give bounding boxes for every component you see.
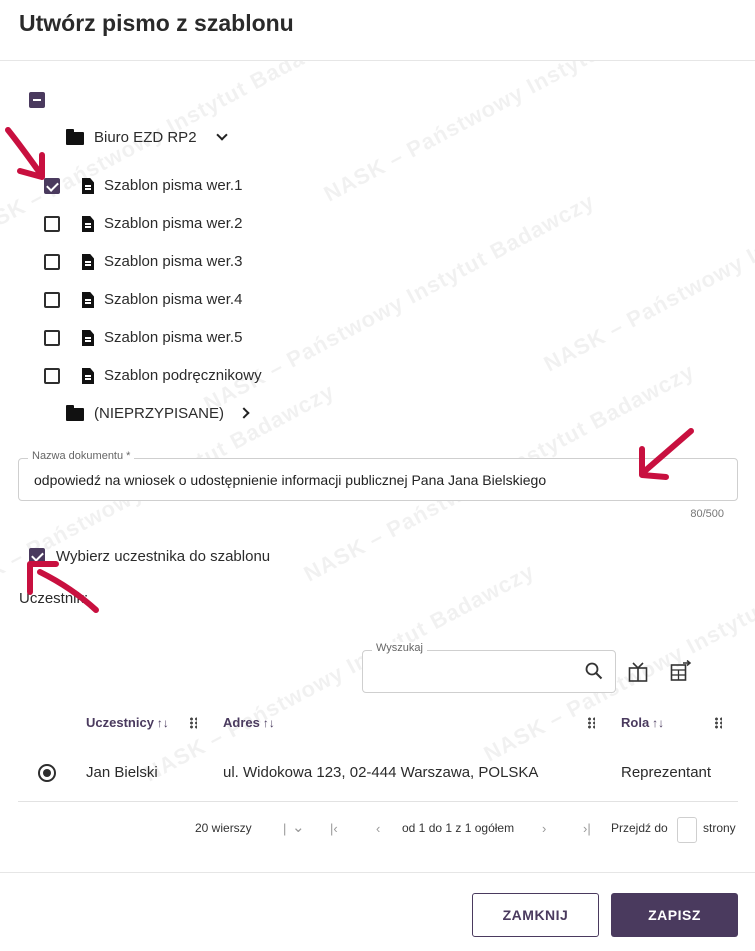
document-name-label: Nazwa dokumentu * (28, 450, 135, 462)
annotation-arrow-icon (5, 127, 45, 180)
rows-per-page[interactable]: 20 wierszy (195, 821, 252, 835)
template-checkbox[interactable] (44, 368, 60, 384)
participant-role: Reprezentant (621, 764, 712, 781)
template-label: Szablon pisma wer.4 (104, 291, 243, 308)
sort-icon[interactable]: ↑↓ (263, 716, 275, 730)
footer-divider (0, 872, 755, 873)
page-range: od 1 do 1 z 1 ogółem (402, 821, 515, 835)
chevron-down-icon[interactable]: ⌄ (292, 818, 305, 836)
search-icon[interactable] (585, 662, 603, 680)
page-size-divider: | (283, 821, 287, 836)
folder-icon (66, 129, 84, 145)
watermark-text: NASK – Państwowy Instytut Badawczy (319, 60, 719, 207)
template-checkbox[interactable] (44, 254, 60, 270)
template-checkbox[interactable] (44, 178, 60, 194)
previous-page-icon[interactable]: ‹ (376, 821, 380, 836)
select-all-checkbox[interactable] (29, 92, 45, 108)
goto-suffix: strony (703, 821, 736, 835)
search-input[interactable] (362, 650, 616, 693)
row-divider (18, 801, 738, 802)
tree-folder-label: (NIEPRZYPISANE) (94, 405, 225, 422)
template-checkbox[interactable] (44, 216, 60, 232)
column-header-address[interactable]: Adres ↑↓ (223, 715, 275, 730)
character-counter: 80/500 (690, 508, 724, 520)
row-radio[interactable] (38, 764, 56, 782)
participant-name: Jan Bielski (86, 764, 158, 781)
column-drag-icon[interactable] (189, 717, 197, 729)
template-label: Szablon pisma wer.3 (104, 253, 243, 270)
last-page-icon[interactable]: ›| (583, 821, 591, 836)
document-icon (82, 292, 94, 308)
document-icon (82, 368, 94, 384)
column-drag-icon[interactable] (714, 717, 722, 729)
document-name-value[interactable]: odpowiedź na wniosek o udostępnienie inf… (34, 472, 546, 488)
export-icon[interactable] (670, 660, 692, 682)
column-drag-icon[interactable] (587, 717, 595, 729)
first-page-icon[interactable]: |‹ (330, 821, 338, 836)
participant-heading: Uczestnik: (19, 590, 89, 607)
search-label: Wyszukaj (372, 642, 427, 654)
template-checkbox[interactable] (44, 330, 60, 346)
template-label: Szablon pisma wer.5 (104, 329, 243, 346)
column-header-participants[interactable]: Uczestnicy ↑↓ (86, 715, 169, 730)
participant-address: ul. Widokowa 123, 02-444 Warszawa, POLSK… (223, 764, 539, 781)
template-label: Szablon pisma wer.2 (104, 215, 243, 232)
clear-filters-icon[interactable] (628, 661, 648, 683)
column-label: Rola (621, 715, 650, 730)
chevron-down-icon[interactable] (216, 129, 228, 141)
tree-folder-label: Biuro EZD RP2 (94, 129, 197, 146)
next-page-icon[interactable]: › (542, 821, 546, 836)
goto-label: Przejdź do (611, 821, 668, 835)
document-icon (82, 254, 94, 270)
column-header-role[interactable]: Rola ↑↓ (621, 715, 664, 730)
dialog-title: Utwórz pismo z szablonu (19, 10, 294, 36)
document-icon (82, 216, 94, 232)
column-label: Uczestnicy (86, 715, 154, 730)
participant-checkbox-label: Wybierz uczestnika do szablonu (56, 548, 271, 565)
participant-checkbox[interactable] (29, 548, 45, 564)
template-label: Szablon pisma wer.1 (104, 177, 243, 194)
sort-icon[interactable]: ↑↓ (652, 716, 664, 730)
template-label: Szablon podręcznikowy (104, 367, 262, 384)
save-button[interactable]: ZAPISZ (611, 893, 738, 937)
template-checkbox[interactable] (44, 292, 60, 308)
close-button[interactable]: ZAMKNIJ (472, 893, 599, 937)
folder-icon (66, 405, 84, 421)
column-label: Adres (223, 715, 260, 730)
document-icon (82, 330, 94, 346)
goto-page-input[interactable] (677, 817, 697, 843)
watermark-text: NASK – Państwowy Instytut Badawczy (539, 149, 755, 377)
chevron-right-icon[interactable] (238, 407, 250, 419)
header-divider (0, 60, 755, 61)
sort-icon[interactable]: ↑↓ (157, 716, 169, 730)
document-icon (82, 178, 94, 194)
